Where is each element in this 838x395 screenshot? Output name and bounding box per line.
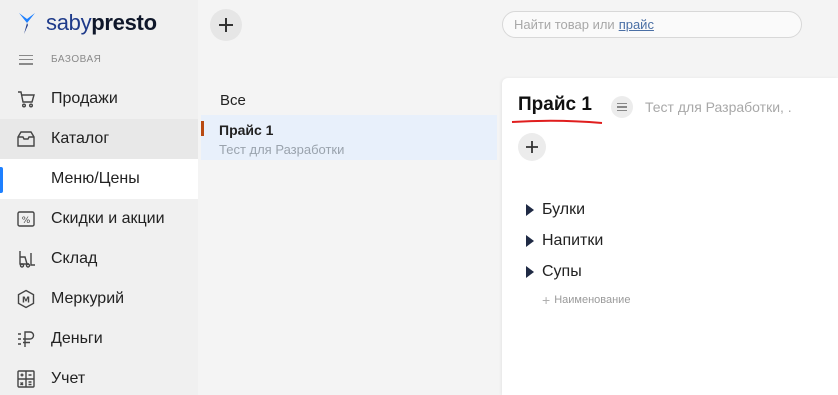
forklift-icon: [16, 249, 36, 269]
cart-icon: [16, 89, 36, 109]
expand-arrow-icon[interactable]: [526, 266, 534, 278]
expand-arrow-icon[interactable]: [526, 204, 534, 216]
sidebar-item-catalog[interactable]: Каталог: [0, 119, 198, 159]
sidebar-item-label: Меню/Цены: [51, 170, 140, 187]
sidebar-subitem-menu-prices[interactable]: Меню/Цены: [0, 159, 198, 199]
sidebar-item-warehouse[interactable]: Склад: [0, 239, 198, 279]
brand-name: sabypresto: [46, 10, 157, 35]
panel-title: Прайс 1: [518, 94, 592, 115]
sidebar-item-money[interactable]: Деньги: [0, 319, 198, 359]
red-underline-annotation: [511, 119, 603, 124]
sidebar-item-mercury[interactable]: M Меркурий: [0, 279, 198, 319]
expand-arrow-icon[interactable]: [526, 235, 534, 247]
sidebar-item-accounting[interactable]: Учет: [0, 359, 198, 395]
price-list-subtitle: Тест для Разработки: [219, 142, 345, 157]
search-input[interactable]: Найти товар или прайс: [502, 11, 802, 38]
sidebar-item-sales[interactable]: Продажи: [0, 79, 198, 119]
add-name-button[interactable]: + Наименование: [542, 292, 630, 308]
price-list-marker: [201, 121, 204, 136]
search-price-link[interactable]: прайс: [619, 17, 654, 32]
panel-menu-button[interactable]: [611, 96, 633, 118]
catalog-icon: [16, 129, 36, 149]
search-placeholder: Найти товар или: [514, 17, 615, 32]
svg-text:M: M: [22, 296, 30, 305]
price-list-panel: Прайс 1 Тест для Разработки, . Булки Нап…: [502, 78, 838, 395]
category-label: Супы: [542, 263, 582, 280]
sidebar-item-label: Меркурий: [51, 290, 125, 307]
menu-toggle[interactable]: БАЗОВАЯ: [19, 54, 101, 65]
plus-icon: [219, 18, 233, 32]
sidebar-item-label: Каталог: [51, 130, 110, 147]
logo[interactable]: sabypresto: [18, 10, 157, 36]
sidebar-item-label: Склад: [51, 250, 98, 267]
percent-icon: %: [16, 209, 36, 229]
saby-logo-icon: [19, 13, 35, 34]
plus-icon: +: [542, 292, 551, 308]
price-list-item[interactable]: Прайс 1 Тест для Разработки: [201, 115, 497, 160]
ruble-icon: [16, 329, 36, 349]
active-marker: [0, 167, 3, 193]
price-list-column: Все Прайс 1 Тест для Разработки: [198, 0, 502, 395]
category-item[interactable]: Напитки: [526, 231, 603, 251]
add-price-list-button[interactable]: [210, 9, 242, 41]
category-item[interactable]: Булки: [526, 200, 585, 220]
category-label: Булки: [542, 201, 586, 218]
sidebar-item-discounts[interactable]: % Скидки и акции: [0, 199, 198, 239]
svg-text:%: %: [22, 216, 31, 226]
menu-icon: [617, 103, 627, 111]
sidebar-item-label: Учет: [51, 370, 86, 387]
sidebar-item-label: Скидки и акции: [51, 210, 165, 227]
sidebar: sabypresto БАЗОВАЯ Продажи Каталог Меню/…: [0, 0, 198, 395]
hamburger-icon: [19, 54, 33, 65]
panel-organization: Тест для Разработки, .: [645, 99, 792, 115]
all-price-lists-link[interactable]: Все: [220, 92, 246, 109]
sidebar-item-label: Деньги: [51, 330, 103, 347]
category-item[interactable]: Супы: [526, 262, 582, 282]
plus-icon: [526, 141, 538, 153]
add-name-label: Наименование: [554, 294, 631, 306]
sidebar-item-label: Продажи: [51, 90, 118, 107]
category-label: Напитки: [542, 232, 604, 249]
add-item-button[interactable]: [518, 133, 546, 161]
mercury-icon: M: [16, 289, 36, 309]
calculator-icon: [16, 369, 36, 389]
tariff-label: БАЗОВАЯ: [51, 54, 102, 65]
price-list-title: Прайс 1: [219, 122, 274, 138]
